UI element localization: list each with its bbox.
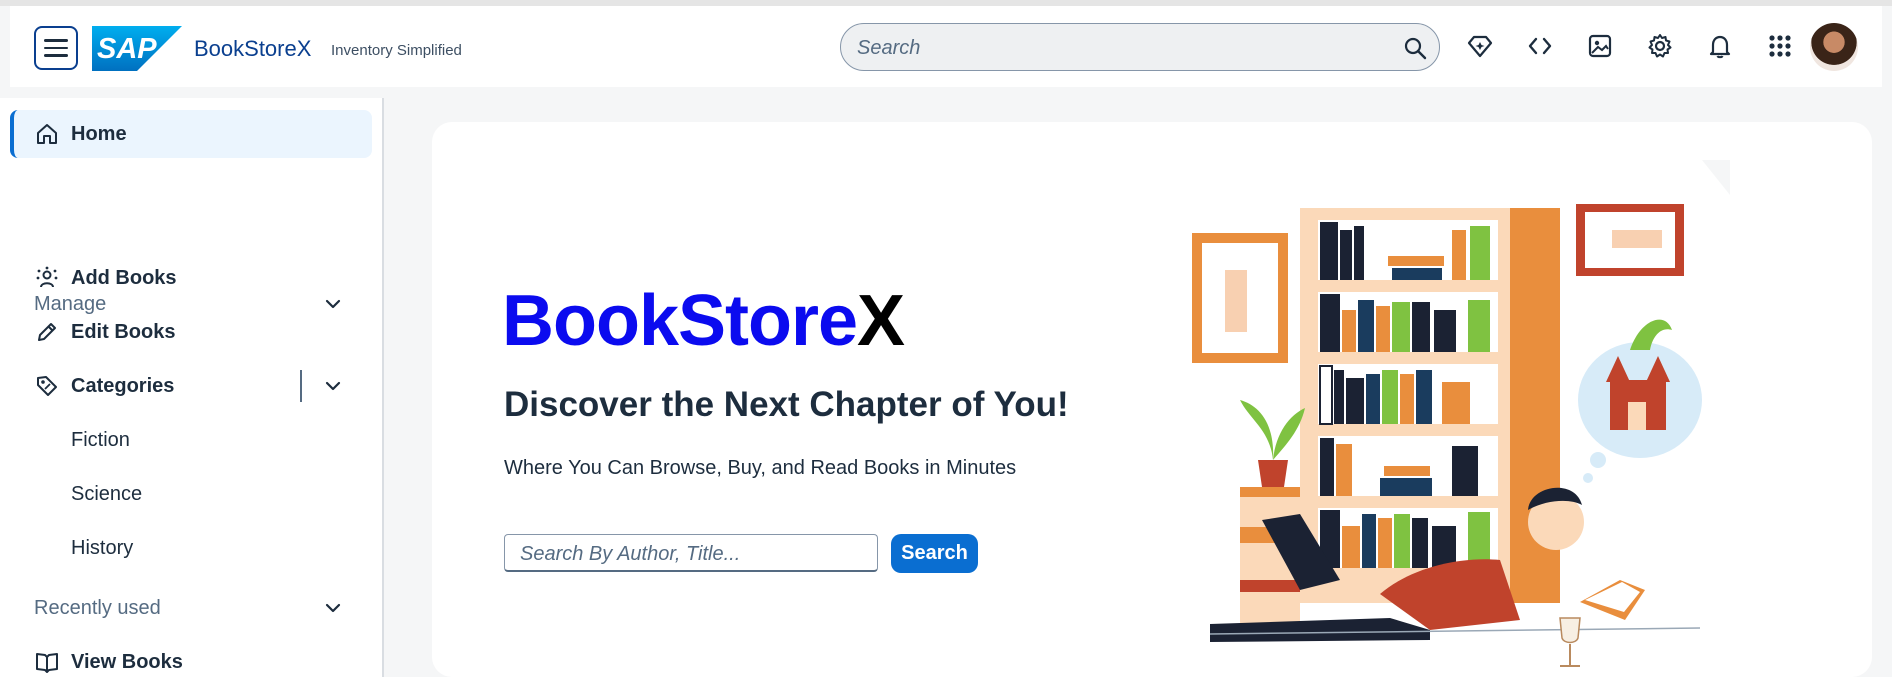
add-users-icon [34, 265, 60, 291]
menu-icon-line [44, 54, 68, 57]
code-icon[interactable] [1525, 31, 1555, 61]
hero-title-blue: BookStore [502, 281, 858, 361]
ai-diamond-icon[interactable] [1465, 31, 1495, 61]
sidebar-item-label: Add Books [71, 266, 177, 289]
book-search-placeholder: Search By Author, Title... [520, 543, 741, 565]
menu-icon-line [44, 39, 68, 42]
sidebar-item-label: Categories [71, 374, 175, 397]
search-button[interactable]: Search [891, 534, 978, 573]
grid-icon[interactable] [1765, 31, 1795, 61]
sidebar-item-edit-books[interactable]: Edit Books [0, 312, 384, 352]
menu-button[interactable] [34, 26, 78, 70]
separator [300, 370, 302, 402]
pencil-icon [34, 319, 60, 345]
bookshelf-reader-illustration [1192, 160, 1730, 667]
search-icon[interactable] [1403, 36, 1427, 60]
sidebar-group-recently-used[interactable]: Recently used [0, 588, 384, 628]
sidebar-item-label: View Books [71, 650, 183, 673]
open-book-icon [34, 649, 60, 675]
settings-icon[interactable] [1645, 31, 1675, 61]
sidebar-row-home[interactable]: Home [0, 114, 384, 154]
sidebar-subitem-history[interactable]: History [0, 528, 384, 568]
sidebar-subitem-science[interactable]: Science [0, 474, 384, 514]
tag-icon [34, 373, 60, 399]
search-placeholder: Search [857, 37, 921, 59]
sidebar-subitem-label: Fiction [71, 428, 130, 451]
sidebar-subitem-label: Science [71, 482, 143, 505]
chevron-down-icon[interactable] [322, 597, 344, 619]
sidebar-item-label: Edit Books [71, 320, 176, 343]
image-icon[interactable] [1585, 31, 1615, 61]
hero-title-black: X [857, 281, 905, 361]
hero-description: Where You Can Browse, Buy, and Read Book… [504, 457, 1017, 479]
sidebar-subitem-fiction[interactable]: Fiction [0, 420, 384, 460]
menu-icon-line [44, 46, 68, 50]
brand-title: BookStoreX [194, 36, 312, 61]
brand-subtitle: Inventory Simplified [331, 42, 462, 59]
sidebar-item-view-books[interactable]: View Books [0, 642, 384, 677]
sidebar-item-categories[interactable]: Categories [0, 366, 384, 406]
sidebar-item-add-books[interactable]: Add Books [0, 258, 384, 298]
sap-logo[interactable]: SAP [92, 26, 182, 71]
bell-icon[interactable] [1705, 31, 1735, 61]
book-search-input[interactable]: Search By Author, Title... [504, 534, 878, 572]
hero-subtitle: Discover the Next Chapter of You! [504, 385, 1069, 424]
group-label: Recently used [34, 596, 161, 619]
sidebar-subitem-label: History [71, 536, 134, 559]
home-icon [34, 121, 60, 147]
svg-text:SAP: SAP [97, 33, 157, 65]
shellbar: SAP BookStoreX Inventory Simplified Sear… [10, 6, 1882, 87]
sidebar-item-label: Home [71, 122, 127, 145]
side-navigation: Home Manage Add Books Edit Books Categor… [0, 98, 384, 677]
chevron-down-icon[interactable] [322, 375, 344, 397]
avatar[interactable] [1810, 23, 1858, 71]
shell-search-field[interactable]: Search [840, 23, 1440, 71]
hero-title: BookStoreX [502, 280, 905, 362]
